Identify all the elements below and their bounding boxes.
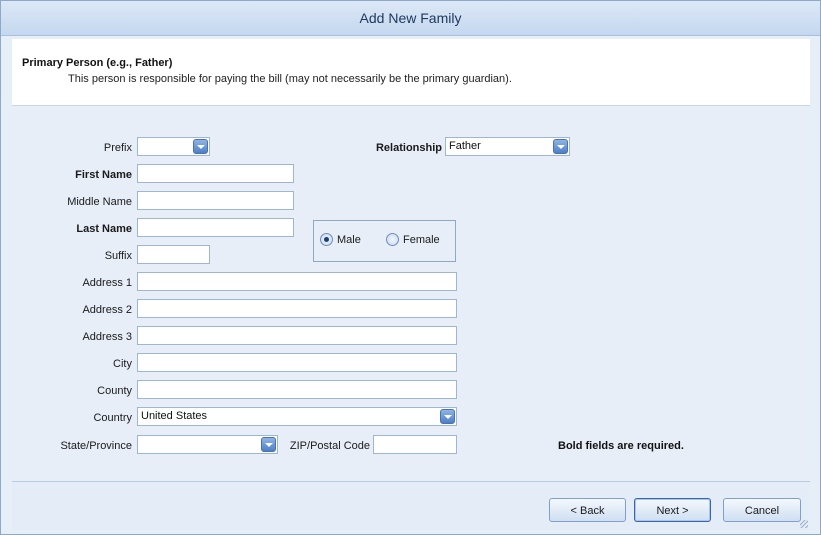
county-field[interactable] (137, 380, 457, 399)
chevron-down-icon[interactable] (440, 409, 455, 424)
state-label: State/Province (60, 440, 132, 452)
zip-label: ZIP/Postal Code (289, 440, 370, 452)
section-description: This person is responsible for paying th… (68, 73, 512, 85)
chevron-down-icon[interactable] (193, 139, 208, 154)
address1-field[interactable] (137, 272, 457, 291)
next-button[interactable]: Next > (634, 498, 711, 522)
form-panel: Prefix Relationship Father First Name Mi… (12, 107, 810, 479)
state-select[interactable] (137, 435, 278, 454)
prefix-label: Prefix (103, 142, 132, 154)
country-value: United States (141, 410, 208, 422)
first-name-field[interactable] (137, 164, 294, 183)
address1-label: Address 1 (82, 277, 132, 289)
last-name-field[interactable] (137, 218, 294, 237)
female-label: Female (403, 233, 440, 246)
city-label: City (113, 358, 132, 370)
add-family-dialog: Add New Family Primary Person (e.g., Fat… (0, 0, 821, 535)
suffix-label: Suffix (104, 250, 132, 262)
middle-name-field[interactable] (137, 191, 294, 210)
prefix-select[interactable] (137, 137, 210, 156)
relationship-value: Father (449, 140, 481, 152)
first-name-label: First Name (75, 169, 132, 181)
dialog-footer: < Back Next > Cancel (12, 481, 810, 530)
male-label: Male (337, 233, 361, 246)
address3-label: Address 3 (82, 331, 132, 343)
address3-field[interactable] (137, 326, 457, 345)
chevron-down-icon[interactable] (261, 437, 276, 452)
country-select[interactable]: United States (137, 407, 457, 426)
dialog-title: Add New Family (1, 1, 820, 36)
cancel-button[interactable]: Cancel (723, 498, 801, 522)
section-header: Primary Person (e.g., Father) This perso… (12, 39, 810, 106)
gender-group: Male Female (313, 220, 456, 262)
address2-field[interactable] (137, 299, 457, 318)
country-label: Country (93, 412, 132, 424)
radio-unselected-icon[interactable] (386, 233, 399, 246)
radio-selected-icon[interactable] (320, 233, 333, 246)
last-name-label: Last Name (76, 223, 132, 235)
relationship-select[interactable]: Father (445, 137, 570, 156)
city-field[interactable] (137, 353, 457, 372)
back-button[interactable]: < Back (549, 498, 626, 522)
resize-grip-icon[interactable] (800, 520, 808, 528)
section-title: Primary Person (e.g., Father) (22, 57, 173, 69)
middle-name-label: Middle Name (67, 196, 132, 208)
relationship-label: Relationship (375, 142, 442, 154)
female-radio[interactable]: Female (386, 233, 440, 246)
county-label: County (97, 385, 132, 397)
chevron-down-icon[interactable] (553, 139, 568, 154)
suffix-field[interactable] (137, 245, 210, 264)
zip-field[interactable] (373, 435, 457, 454)
required-note: Bold fields are required. (558, 440, 684, 452)
male-radio[interactable]: Male (320, 233, 361, 246)
address2-label: Address 2 (82, 304, 132, 316)
